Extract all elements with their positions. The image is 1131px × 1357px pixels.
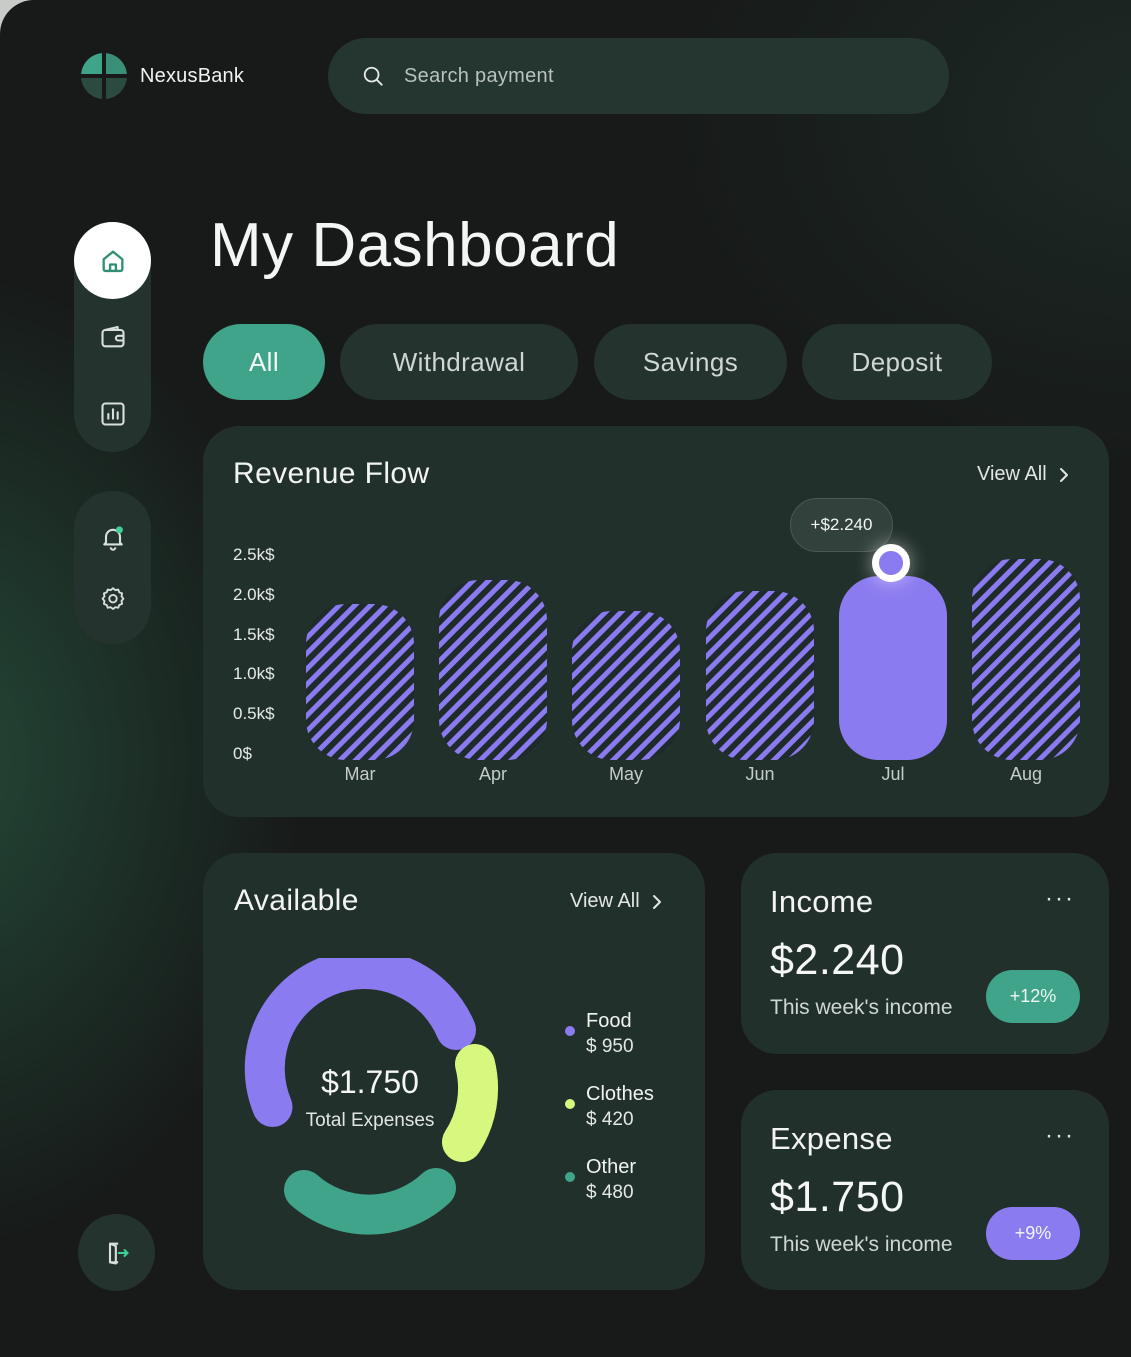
- brand-logo[interactable]: NexusBank: [78, 50, 244, 102]
- bar-hatch-pattern: [706, 591, 814, 760]
- legend-dot-icon: [565, 1026, 575, 1036]
- y-tick-label: 1.5k$: [233, 625, 275, 644]
- x-tick-label: Mar: [344, 764, 376, 784]
- brand-name: NexusBank: [140, 64, 245, 87]
- revenue-bar-may[interactable]: [572, 611, 680, 760]
- bar-chart-icon: [100, 401, 125, 426]
- logout-icon: [108, 1242, 129, 1265]
- revenue-bar-jul[interactable]: [839, 576, 947, 760]
- settings-icon: [101, 586, 124, 610]
- y-tick-label: 2.0k$: [233, 585, 275, 604]
- x-tick-label: May: [608, 764, 643, 784]
- x-tick-label: Apr: [478, 764, 507, 784]
- income-change-badge: +12%: [986, 970, 1080, 1023]
- view-all-label: View All: [570, 890, 640, 912]
- revenue-flow-title: Revenue Flow: [233, 457, 430, 490]
- view-all-label: View All: [977, 463, 1047, 485]
- income-card: Income ··· $2.240 This week's income +12…: [741, 853, 1109, 1054]
- selected-bar-marker[interactable]: [872, 544, 910, 582]
- revenue-bar-jun[interactable]: [706, 591, 814, 760]
- expenses-donut-chart: $1.750 Total Expenses: [228, 949, 512, 1242]
- sidebar-item-settings[interactable]: [74, 560, 151, 637]
- expense-amount: $1.750: [770, 1173, 905, 1221]
- revenue-bar-mar[interactable]: [306, 604, 414, 760]
- x-tick-label: Jul: [881, 764, 905, 784]
- search-icon: [363, 66, 383, 86]
- expense-card: Expense ··· $1.750 This week's income +9…: [741, 1090, 1109, 1290]
- legend-name: Clothes: [586, 1083, 654, 1105]
- expense-more-button[interactable]: ···: [1045, 1122, 1075, 1150]
- income-title: Income: [770, 884, 874, 919]
- income-more-button[interactable]: ···: [1045, 885, 1075, 913]
- revenue-bar-aug[interactable]: [972, 559, 1080, 760]
- tab-savings[interactable]: Savings: [594, 324, 787, 400]
- tab-deposit[interactable]: Deposit: [802, 324, 992, 400]
- sidebar-main-nav: [74, 222, 151, 452]
- bar-hatch-pattern: [972, 559, 1080, 760]
- x-tick-label: Aug: [1009, 764, 1043, 784]
- expense-title: Expense: [770, 1121, 893, 1156]
- app-window: NexusBank Search payment My Dashboard Al…: [0, 0, 1131, 1357]
- x-tick-label: Jun: [745, 764, 775, 784]
- bar-hatch-pattern: [572, 611, 680, 760]
- income-amount: $2.240: [770, 936, 905, 984]
- chevron-right-icon: [1059, 467, 1068, 482]
- search-bar[interactable]: [328, 38, 949, 114]
- total-expenses-label: Total Expenses: [305, 1110, 435, 1131]
- expense-subtitle: This week's income: [770, 1233, 953, 1256]
- revenue-bar-apr[interactable]: [439, 580, 547, 760]
- available-view-all-link[interactable]: View All: [570, 890, 664, 913]
- nexusbank-logo-icon: [78, 50, 130, 102]
- home-icon: [102, 250, 124, 272]
- legend-name: Other: [586, 1156, 637, 1178]
- legend-dot-icon: [565, 1099, 575, 1109]
- notification-dot-icon: [115, 525, 123, 533]
- legend-value: $ 480: [586, 1182, 634, 1203]
- search-input[interactable]: [404, 64, 884, 88]
- tab-all[interactable]: All: [203, 324, 325, 400]
- legend-value: $ 420: [586, 1109, 634, 1130]
- bar-hatch-pattern: [306, 604, 414, 760]
- donut-segment-other: [284, 1168, 456, 1235]
- expense-change-badge: +9%: [986, 1207, 1080, 1260]
- total-expenses-value: $1.750: [321, 1064, 419, 1100]
- chevron-right-icon: [652, 894, 661, 909]
- y-tick-label: 1.0k$: [233, 664, 275, 683]
- available-title: Available: [234, 884, 359, 917]
- bell-icon: [102, 525, 123, 551]
- income-subtitle: This week's income: [770, 996, 953, 1019]
- legend-value: $ 950: [586, 1036, 634, 1057]
- legend-dot-icon: [565, 1172, 575, 1182]
- bar-hatch-pattern: [439, 580, 547, 760]
- y-tick-label: 2.5k$: [233, 545, 275, 564]
- y-tick-label: 0$: [233, 744, 252, 763]
- tab-withdrawal[interactable]: Withdrawal: [340, 324, 578, 400]
- wallet-icon: [100, 325, 125, 347]
- y-tick-label: 0.5k$: [233, 704, 275, 723]
- page-title: My Dashboard: [210, 211, 620, 280]
- sidebar-item-wallet[interactable]: [74, 298, 151, 375]
- legend-name: Food: [586, 1010, 632, 1032]
- logout-button[interactable]: [78, 1214, 155, 1291]
- revenue-view-all-link[interactable]: View All: [977, 463, 1071, 486]
- sidebar-item-analytics[interactable]: [74, 375, 151, 452]
- bar-value-tooltip: +$2.240: [790, 498, 893, 552]
- sidebar-item-home[interactable]: [74, 222, 151, 299]
- sidebar-secondary-nav: [74, 491, 151, 644]
